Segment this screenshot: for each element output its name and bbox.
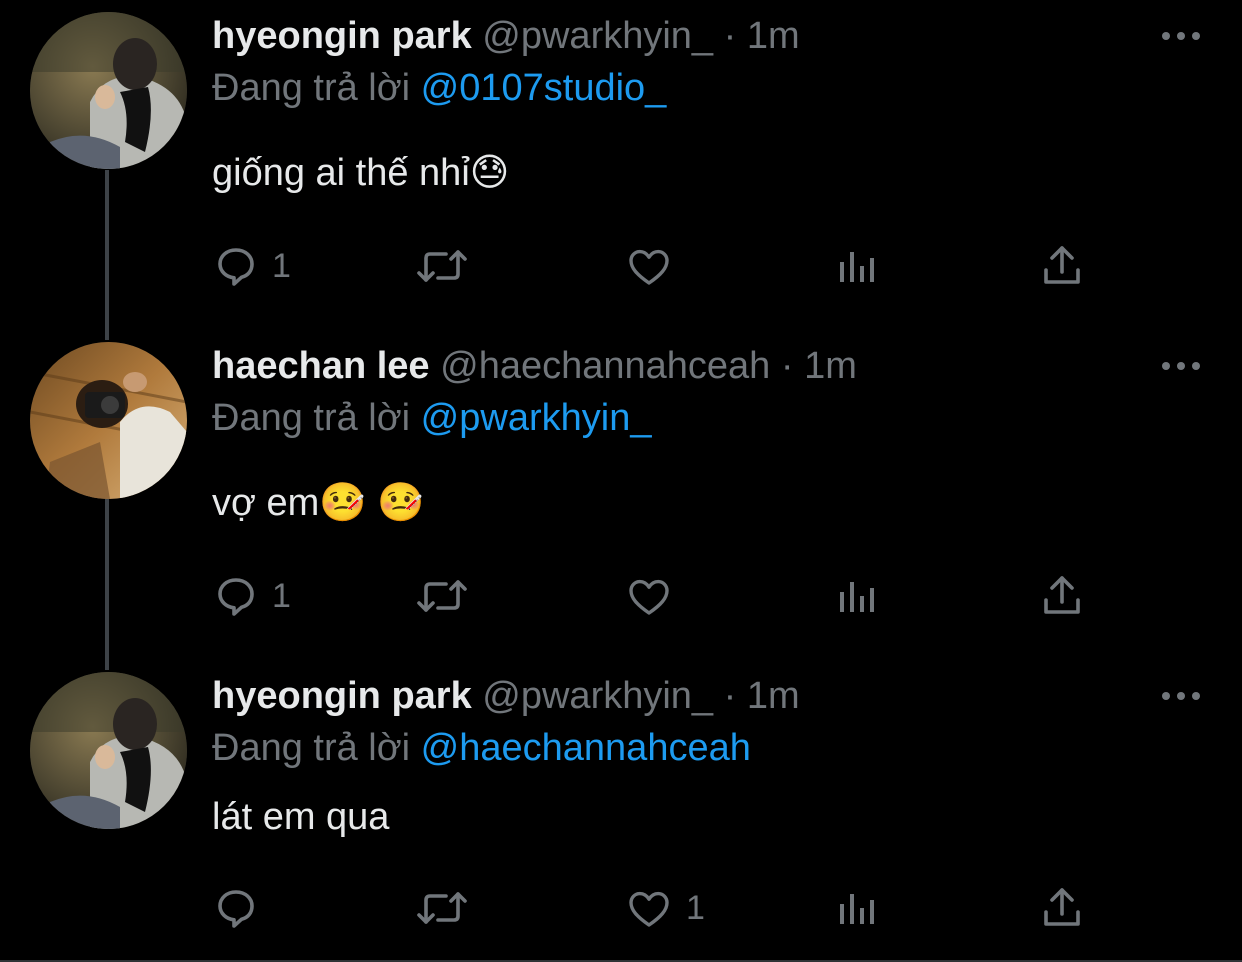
like-count: 1 [686, 888, 705, 927]
share-icon [1044, 576, 1080, 614]
display-name[interactable]: hyeongin park [212, 15, 472, 57]
more-icon [1162, 692, 1200, 700]
tweet-header: haechan lee @haechannahceah · 1m [212, 344, 857, 388]
analytics-button[interactable] [832, 568, 880, 624]
avatar[interactable] [30, 342, 187, 499]
reply-button[interactable]: 1 [212, 568, 291, 624]
mention-link[interactable]: @0107studio_ [421, 67, 667, 109]
retweet-button[interactable] [414, 238, 482, 294]
display-name[interactable]: haechan lee [212, 345, 430, 387]
more-options-button[interactable] [1156, 352, 1206, 380]
tweet-actions: 1 [212, 568, 1112, 624]
share-icon [1044, 246, 1080, 284]
retweet-icon [417, 250, 467, 282]
replying-prefix: Đang trả lời [212, 397, 411, 439]
timestamp[interactable]: 1m [804, 345, 857, 387]
heart-icon [629, 579, 669, 615]
tweet-text: vợ em🤒 🤒 [212, 482, 425, 524]
separator-dot: · [723, 15, 737, 57]
share-icon [1044, 888, 1080, 926]
mention-link[interactable]: @haechannahceah [421, 727, 751, 769]
reply-button[interactable] [212, 880, 272, 936]
timestamp[interactable]: 1m [747, 15, 800, 57]
tweet-header: hyeongin park @pwarkhyin_ · 1m [212, 674, 800, 718]
reply-icon [218, 578, 254, 616]
reply-count: 1 [272, 576, 291, 615]
replying-prefix: Đang trả lời [212, 67, 411, 109]
like-button[interactable] [624, 568, 686, 624]
more-icon [1162, 32, 1200, 40]
share-button[interactable] [1038, 238, 1086, 294]
analytics-icon [840, 894, 874, 924]
heart-icon [629, 891, 669, 927]
tweet-actions: 1 [212, 238, 1112, 294]
analytics-button[interactable] [832, 880, 880, 936]
tweet[interactable]: hyeongin park @pwarkhyin_ · 1m Đang trả … [0, 660, 1242, 962]
reply-icon [218, 248, 254, 286]
tweet-header: hyeongin park @pwarkhyin_ · 1m [212, 14, 800, 58]
timestamp[interactable]: 1m [747, 675, 800, 717]
reply-button[interactable]: 1 [212, 238, 291, 294]
more-options-button[interactable] [1156, 682, 1206, 710]
more-icon [1162, 362, 1200, 370]
analytics-icon [840, 582, 874, 612]
user-handle[interactable]: @pwarkhyin_ [482, 15, 713, 57]
avatar[interactable] [30, 12, 187, 169]
replying-to: Đang trả lời @0107studio_ [212, 66, 666, 110]
user-handle[interactable]: @pwarkhyin_ [482, 675, 713, 717]
retweet-icon [417, 892, 467, 924]
like-button[interactable]: 1 [624, 880, 705, 936]
analytics-button[interactable] [832, 238, 880, 294]
tweet[interactable]: haechan lee @haechannahceah · 1m Đang tr… [0, 330, 1242, 660]
tweet[interactable]: hyeongin park @pwarkhyin_ · 1m Đang trả … [0, 0, 1242, 330]
mention-link[interactable]: @pwarkhyin_ [421, 397, 652, 439]
more-options-button[interactable] [1156, 22, 1206, 50]
reply-count: 1 [272, 246, 291, 285]
share-button[interactable] [1038, 880, 1086, 936]
user-handle[interactable]: @haechannahceah [440, 345, 770, 387]
tweet-text: giống ai thế nhỉ😓 [212, 152, 510, 194]
share-button[interactable] [1038, 568, 1086, 624]
like-button[interactable] [624, 238, 686, 294]
replying-prefix: Đang trả lời [212, 727, 411, 769]
retweet-button[interactable] [414, 568, 482, 624]
tweet-text: lát em qua [212, 796, 390, 838]
retweet-icon [417, 580, 467, 612]
separator-dot: · [723, 675, 737, 717]
analytics-icon [840, 252, 874, 282]
replying-to: Đang trả lời @haechannahceah [212, 726, 751, 770]
tweet-actions: 1 [212, 880, 1112, 936]
avatar[interactable] [30, 672, 187, 829]
replying-to: Đang trả lời @pwarkhyin_ [212, 396, 651, 440]
heart-icon [629, 249, 669, 285]
reply-icon [218, 890, 254, 928]
display-name[interactable]: hyeongin park [212, 675, 472, 717]
retweet-button[interactable] [414, 880, 482, 936]
separator-dot: · [780, 345, 794, 387]
